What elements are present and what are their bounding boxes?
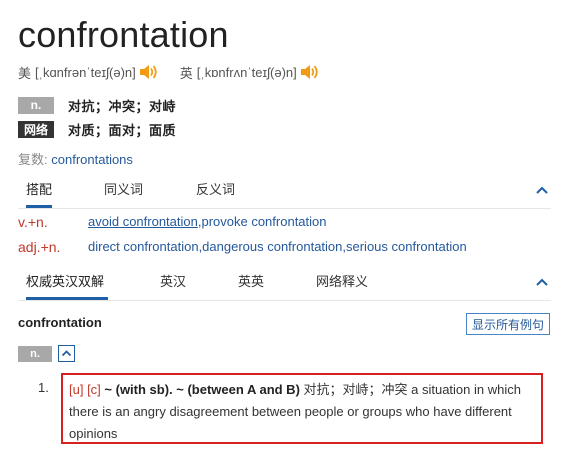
- collocation-link[interactable]: avoid confrontation: [88, 214, 198, 229]
- collocation-text: direct confrontation,dangerous confronta…: [88, 239, 467, 254]
- uk-speaker-icon[interactable]: [299, 62, 319, 82]
- grammar-codes: [u] [c]: [69, 382, 101, 397]
- headword: confrontation: [18, 14, 229, 55]
- tab-antonyms[interactable]: 反义词: [196, 179, 235, 208]
- dictionary-tabs: 权威英汉双解 英汉 英英 网络释义: [18, 271, 551, 301]
- web-def-text: 对质；面对；面质: [68, 122, 177, 138]
- collocation-rest[interactable]: ,provoke confrontation: [198, 214, 327, 229]
- collocation-label: adj.+n.: [18, 239, 61, 255]
- tab-synonyms[interactable]: 同义词: [104, 179, 143, 208]
- uk-label: 英: [179, 65, 193, 81]
- tab-collocations[interactable]: 搭配: [26, 179, 53, 208]
- collapse-chevron-icon[interactable]: [535, 183, 549, 197]
- collocation-text: avoid confrontation,provoke confrontatio…: [88, 214, 327, 229]
- expand-toggle-icon[interactable]: [58, 345, 75, 362]
- sense-definition-highlight: [u] [c] ~ (with sb). ~ (between A and B)…: [61, 373, 543, 444]
- basic-def-web: 网络 对质；面对；面质: [18, 120, 176, 138]
- collocation-rest[interactable]: direct confrontation,dangerous confronta…: [88, 239, 467, 254]
- us-label: 美: [18, 65, 32, 81]
- definition-pos-row: n.: [18, 345, 75, 362]
- uk-phonetic: [ˌkɒnfrʌnˈteɪʃ(ə)n]: [196, 64, 297, 80]
- plural-form: 复数: confrontations: [18, 149, 133, 168]
- pos-tag: n.: [18, 96, 54, 114]
- basic-def-noun: n. 对抗；冲突；对峙: [18, 96, 176, 114]
- us-speaker-icon[interactable]: [138, 62, 158, 82]
- tab-authoritative-bilingual[interactable]: 权威英汉双解: [26, 271, 109, 300]
- plural-label: 复数:: [18, 152, 48, 167]
- basic-def-text: 对抗；冲突；对峙: [68, 98, 177, 114]
- us-phonetic: [ˌkɑnfrənˈteɪʃ(ə)n]: [35, 64, 136, 80]
- tab-en-cn[interactable]: 英汉: [160, 271, 186, 300]
- plural-link[interactable]: confrontations: [51, 152, 133, 167]
- tab-web-definitions[interactable]: 网络释义: [316, 271, 368, 300]
- tab-en-en[interactable]: 英英: [238, 271, 264, 300]
- sense-number: 1.: [38, 380, 49, 395]
- pos-tag: n.: [18, 345, 52, 362]
- usage-pattern: ~ (with sb). ~ (between A and B): [100, 382, 300, 397]
- collapse-chevron-icon[interactable]: [535, 275, 549, 289]
- collocation-label: v.+n.: [18, 214, 48, 230]
- show-all-examples-button[interactable]: 显示所有例句: [466, 313, 550, 335]
- pronunciation-row: 美 [ˌkɑnfrənˈteɪʃ(ə)n] 英 [ˌkɒnfrʌnˈteɪʃ(ə…: [18, 62, 341, 82]
- web-tag: 网络: [18, 120, 54, 138]
- definition-headword: confrontation: [18, 315, 102, 330]
- collocation-tabs: 搭配 同义词 反义词: [18, 179, 551, 209]
